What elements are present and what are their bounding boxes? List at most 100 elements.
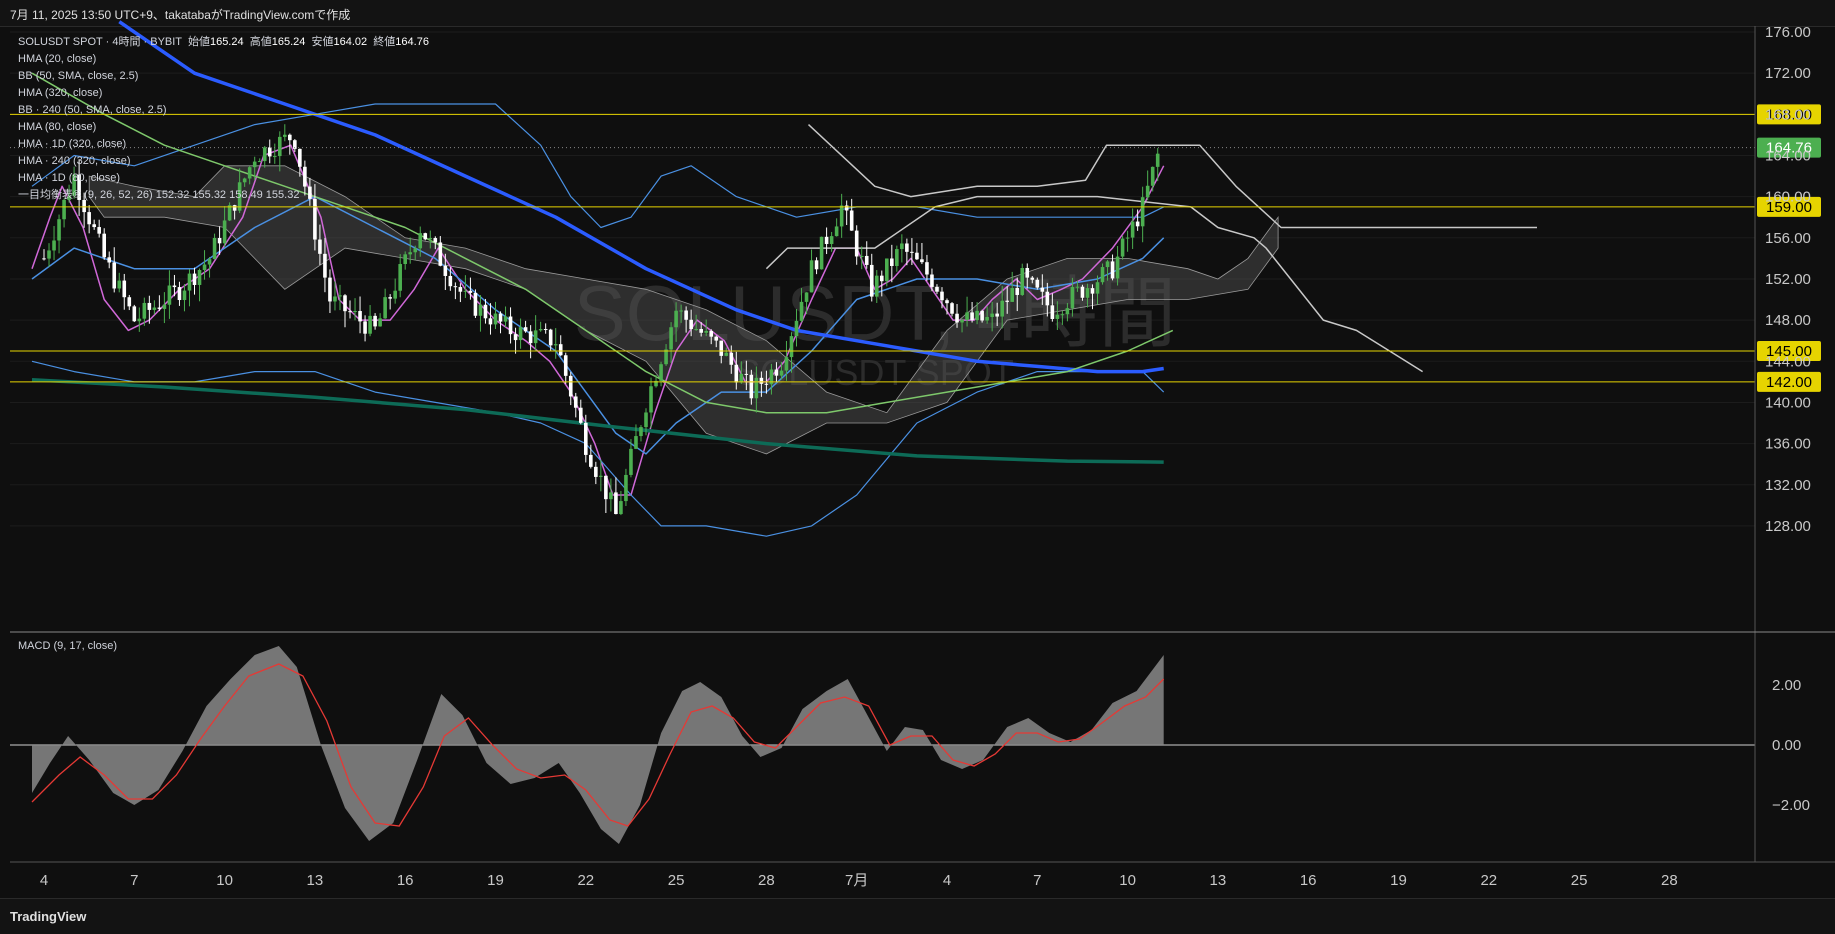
candle-body: [609, 492, 613, 500]
macd-tick-label: 0.00: [1772, 737, 1801, 754]
y-tick-label: 128.00: [1765, 518, 1811, 535]
macd-legend[interactable]: MACD (9, 17, close): [18, 640, 117, 652]
candle-body: [584, 422, 588, 455]
candle-body: [975, 310, 979, 321]
candle-body: [318, 239, 322, 254]
x-tick-label: 13: [1210, 872, 1227, 889]
candle-body: [1100, 267, 1105, 283]
candle-body: [935, 286, 939, 292]
candle-body: [1130, 221, 1135, 238]
legend-symbol-line[interactable]: SOLUSDT SPOT · 4時間 · BYBIT 始値165.24 高値16…: [18, 34, 429, 51]
open-label: 始値: [187, 36, 210, 48]
y-tick-label: 136.00: [1765, 436, 1811, 453]
candle-body: [1125, 237, 1130, 239]
candle-body: [47, 250, 51, 259]
high-value: 165.24: [271, 36, 306, 48]
candle-body: [759, 377, 764, 384]
x-tick-label: 25: [1571, 872, 1588, 889]
candle-body: [102, 233, 106, 258]
candle-body: [147, 302, 152, 310]
candle-body: [1090, 288, 1095, 294]
tradingview-logo[interactable]: TradingView: [10, 909, 86, 924]
candle-body: [323, 253, 327, 278]
candle-body: [729, 352, 734, 365]
candle-body: [995, 313, 999, 317]
candle-body: [1015, 288, 1020, 295]
candle-body: [222, 220, 227, 244]
legend-indicator[interactable]: HMA (80, close): [18, 119, 429, 136]
candle-body: [333, 296, 337, 302]
y-tick-label: 144.00: [1765, 353, 1811, 370]
candle-body: [538, 329, 543, 331]
candle-body: [573, 396, 578, 408]
candle-body: [92, 224, 96, 228]
candle-body: [182, 290, 187, 301]
footer-bar: TradingView: [0, 898, 1835, 934]
candle-body: [890, 258, 894, 267]
candle-body: [704, 330, 708, 333]
legend-indicator[interactable]: HMA (320, close): [18, 85, 429, 102]
candle-body: [1025, 268, 1030, 278]
candle-body: [408, 252, 413, 255]
candle-body: [473, 292, 478, 316]
candle-body: [1105, 261, 1110, 268]
candle-body: [42, 258, 46, 260]
candle-body: [714, 336, 719, 341]
candle-body: [764, 383, 769, 385]
legend-indicator[interactable]: HMA (20, close): [18, 51, 429, 68]
legend-indicator[interactable]: HMA · 1D (320, close): [18, 136, 429, 153]
candle-body: [990, 313, 994, 318]
candle-body: [859, 255, 864, 257]
x-tick-label: 19: [1390, 872, 1407, 889]
candle-body: [925, 262, 929, 275]
candle-body: [202, 264, 207, 271]
close-label: 終値: [373, 36, 396, 48]
candle-body: [122, 280, 127, 298]
legend-indicator[interactable]: BB (50, SMA, close, 2.5): [18, 68, 429, 85]
candle-body: [900, 243, 904, 250]
candle-body: [980, 310, 984, 321]
candle-body: [523, 327, 528, 332]
candle-body: [448, 275, 453, 287]
candle-body: [985, 317, 989, 321]
candle-body: [619, 501, 623, 515]
candle-body: [1055, 314, 1060, 319]
x-tick-label: 7: [130, 872, 138, 889]
candle-body: [749, 374, 754, 399]
candle-body: [578, 407, 583, 423]
candle-body: [1140, 197, 1145, 227]
candle-body: [132, 306, 137, 322]
candle-body: [453, 286, 458, 288]
legend-indicator[interactable]: HMA · 1D (80, close): [18, 170, 429, 187]
candle-body: [177, 287, 182, 301]
candle-body: [463, 290, 468, 292]
candle-body: [864, 255, 869, 265]
candle-body: [734, 364, 739, 383]
x-tick-label: 7: [1033, 872, 1041, 889]
candle-body: [458, 287, 463, 292]
candle-body: [955, 313, 959, 323]
candle-body: [508, 316, 513, 335]
candle-body: [1010, 288, 1015, 302]
candle-body: [874, 275, 879, 297]
legend-indicator[interactable]: 一目均衡表® (9, 26, 52, 26) 152.32 155.32 158…: [18, 187, 429, 204]
candle-body: [1070, 287, 1075, 309]
candle-body: [368, 315, 372, 334]
candle-body: [1040, 287, 1045, 292]
candle-body: [483, 304, 488, 319]
candle-body: [814, 260, 819, 270]
candle-body: [869, 264, 874, 297]
candle-body: [664, 349, 668, 365]
candle-body: [789, 336, 794, 358]
low-value: 164.02: [333, 36, 368, 48]
candle-body: [568, 375, 573, 397]
legend-indicator[interactable]: HMA · 240 (320, close): [18, 153, 429, 170]
candle-body: [543, 329, 548, 331]
candle-body: [142, 302, 147, 319]
legend-indicator[interactable]: BB · 240 (50, SMA, close, 2.5): [18, 102, 429, 119]
candle-body: [779, 370, 784, 376]
candle-body: [338, 295, 342, 297]
candle-body: [197, 270, 202, 285]
candle-body: [659, 364, 663, 381]
y-tick-label: 148.00: [1765, 312, 1811, 329]
